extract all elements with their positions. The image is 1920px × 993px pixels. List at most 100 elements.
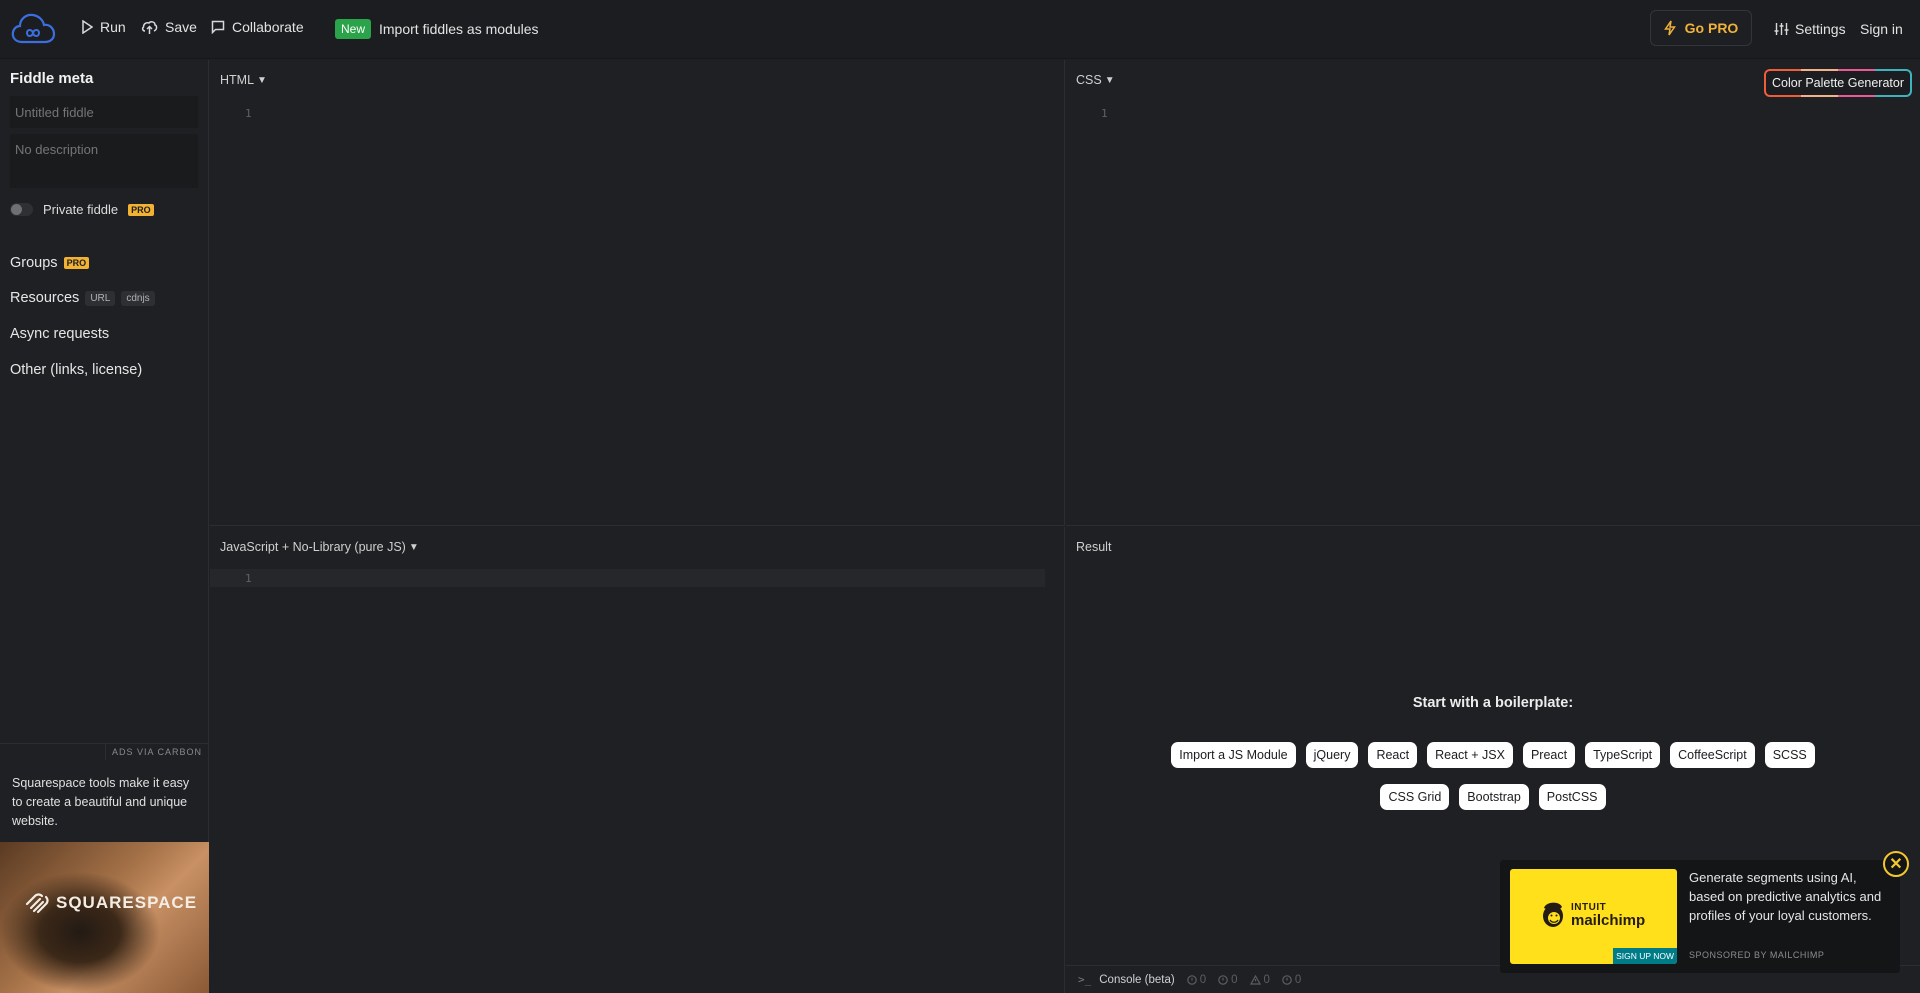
- console-log-count: 0: [1186, 973, 1207, 986]
- count-value: 0: [1199, 973, 1207, 986]
- sidebar-item-async-requests[interactable]: Async requests: [10, 326, 109, 342]
- line-number: 1: [1101, 107, 1108, 120]
- ads-via-carbon-label[interactable]: ADS VIA CARBON: [104, 743, 208, 760]
- caret-down-icon: ▼: [408, 541, 419, 553]
- sign-in-link[interactable]: Sign in: [1860, 21, 1903, 37]
- jsfiddle-logo-icon[interactable]: [10, 11, 56, 47]
- settings-button[interactable]: Settings: [1774, 21, 1846, 37]
- mailchimp-ad-image[interactable]: INTUIT mailchimp SIGN UP NOW: [1510, 869, 1677, 964]
- caret-down-icon: ▼: [1104, 74, 1115, 86]
- css-language-dropdown[interactable]: CSS ▼: [1076, 73, 1115, 87]
- resources-url-tag[interactable]: URL: [85, 290, 116, 306]
- cloud-upload-icon: [141, 20, 158, 34]
- fiddle-title-input[interactable]: [10, 96, 198, 128]
- boilerplate-postcss[interactable]: PostCSS: [1538, 784, 1606, 810]
- run-button[interactable]: Run: [81, 19, 126, 35]
- mailchimp-ad[interactable]: INTUIT mailchimp SIGN UP NOW Generate se…: [1500, 860, 1900, 973]
- mailchimp-ad-text[interactable]: Generate segments using AI, based on pre…: [1689, 868, 1889, 925]
- console-error-count: 0: [1282, 974, 1301, 986]
- collaborate-label: Collaborate: [232, 19, 304, 35]
- boilerplate-css-grid[interactable]: CSS Grid: [1380, 784, 1450, 810]
- collaborate-button[interactable]: Collaborate: [211, 19, 304, 35]
- sponsored-by-label: SPONSORED BY MAILCHIMP: [1689, 950, 1825, 960]
- sidebar-item-label: Groups: [10, 255, 58, 271]
- settings-label: Settings: [1795, 21, 1846, 37]
- sidebar-item-other[interactable]: Other (links, license): [10, 362, 142, 378]
- boilerplate-react-jsx[interactable]: React + JSX: [1427, 742, 1513, 768]
- console-label: Console (beta): [1099, 973, 1175, 986]
- js-language-dropdown[interactable]: JavaScript + No-Library (pure JS) ▼: [220, 540, 419, 554]
- mailchimp-wordmark: mailchimp: [1571, 912, 1646, 929]
- boilerplate-bootstrap[interactable]: Bootstrap: [1459, 784, 1529, 810]
- play-icon: [82, 20, 93, 34]
- close-icon: ✕: [1889, 856, 1903, 873]
- save-button[interactable]: Save: [141, 19, 197, 35]
- line-number: 1: [245, 107, 252, 120]
- sidebar-item-label: Other (links, license): [10, 362, 143, 378]
- boilerplate-jquery[interactable]: jQuery: [1305, 742, 1359, 768]
- save-label: Save: [165, 19, 197, 35]
- sliders-icon: [1774, 23, 1789, 35]
- html-editor-panel[interactable]: HTML ▼ 1: [210, 60, 1065, 526]
- run-label: Run: [100, 19, 126, 35]
- go-pro-label: Go PRO: [1684, 20, 1739, 36]
- boilerplate-coffeescript[interactable]: CoffeeScript: [1670, 742, 1755, 768]
- mailchimp-logo: INTUIT mailchimp: [1540, 899, 1645, 929]
- info-circle-icon: [1218, 974, 1228, 985]
- private-fiddle-row: Private fiddle PRO: [10, 202, 154, 217]
- import-modules-link[interactable]: Import fiddles as modules: [379, 21, 539, 37]
- fiddle-description-input[interactable]: [10, 134, 198, 188]
- go-pro-button[interactable]: Go PRO: [1650, 10, 1752, 46]
- pro-badge: PRO: [128, 203, 154, 216]
- chat-bubble-icon: [211, 20, 225, 34]
- error-circle-icon: [1282, 974, 1292, 985]
- console-info-count: 0: [1218, 973, 1238, 986]
- lightning-icon: [1663, 20, 1676, 36]
- info-circle-icon: [1186, 974, 1197, 985]
- boilerplate-react[interactable]: React: [1368, 742, 1418, 768]
- sidebar-item-resources[interactable]: Resources URL cdnjs: [10, 290, 155, 306]
- new-badge: New: [335, 19, 372, 39]
- sidebar-item-label: Resources: [10, 290, 80, 306]
- boilerplate-preact[interactable]: Preact: [1522, 742, 1576, 768]
- css-editor-panel[interactable]: CSS ▼ 1 Color Palette Generator: [1066, 60, 1920, 526]
- result-panel-label: Result: [1076, 540, 1112, 554]
- squarespace-brand: SQUARESPACE: [56, 893, 198, 912]
- sidebar-item-groups[interactable]: Groups PRO: [10, 255, 90, 271]
- carbon-ad-image[interactable]: SQUARESPACE: [0, 842, 209, 993]
- html-panel-label: HTML: [220, 73, 255, 87]
- pro-badge: PRO: [63, 257, 90, 269]
- ad-divider: [0, 743, 116, 744]
- terminal-prompt-icon: >_: [1078, 973, 1092, 986]
- caret-down-icon: ▼: [257, 74, 267, 86]
- private-fiddle-toggle[interactable]: [10, 203, 33, 216]
- count-value: 0: [1263, 973, 1270, 986]
- active-line-highlight: [210, 569, 1045, 587]
- css-panel-label: CSS: [1076, 73, 1102, 87]
- freddie-monkey-icon: [1543, 902, 1563, 927]
- html-language-dropdown[interactable]: HTML ▼: [220, 73, 267, 87]
- count-value: 0: [1294, 973, 1302, 986]
- console-warning-count: 0: [1249, 973, 1270, 986]
- js-editor-panel[interactable]: JavaScript + No-Library (pure JS) ▼ 1: [210, 527, 1065, 993]
- carbon-ad-text[interactable]: Squarespace tools make it easy to create…: [12, 774, 202, 831]
- close-ad-button[interactable]: ✕: [1883, 851, 1909, 877]
- resources-cdnjs-tag[interactable]: cdnjs: [121, 290, 155, 306]
- sidebar-title: Fiddle meta: [10, 70, 94, 87]
- line-number: 1: [245, 572, 252, 585]
- sidebar-item-label: Async requests: [10, 326, 110, 342]
- count-value: 0: [1231, 973, 1238, 986]
- warning-triangle-icon: [1249, 974, 1261, 985]
- squarespace-mark-icon: [25, 893, 49, 914]
- boilerplate-row-2: CSS Grid Bootstrap PostCSS: [1066, 784, 1920, 810]
- boilerplate-scss[interactable]: SCSS: [1764, 742, 1815, 768]
- fiddle-meta-sidebar: Fiddle meta Private fiddle PRO Groups PR…: [0, 60, 209, 993]
- squarespace-logo: SQUARESPACE: [24, 892, 197, 914]
- top-toolbar: Run Save Collaborate New Import fiddles …: [0, 0, 1920, 59]
- sign-up-now-button[interactable]: SIGN UP NOW: [1613, 948, 1677, 964]
- js-panel-label: JavaScript + No-Library (pure JS): [220, 540, 406, 554]
- private-fiddle-label: Private fiddle: [43, 202, 119, 217]
- boilerplate-typescript[interactable]: TypeScript: [1585, 742, 1661, 768]
- boilerplate-import-js-module[interactable]: Import a JS Module: [1171, 742, 1296, 768]
- color-palette-generator-button[interactable]: Color Palette Generator: [1764, 69, 1912, 97]
